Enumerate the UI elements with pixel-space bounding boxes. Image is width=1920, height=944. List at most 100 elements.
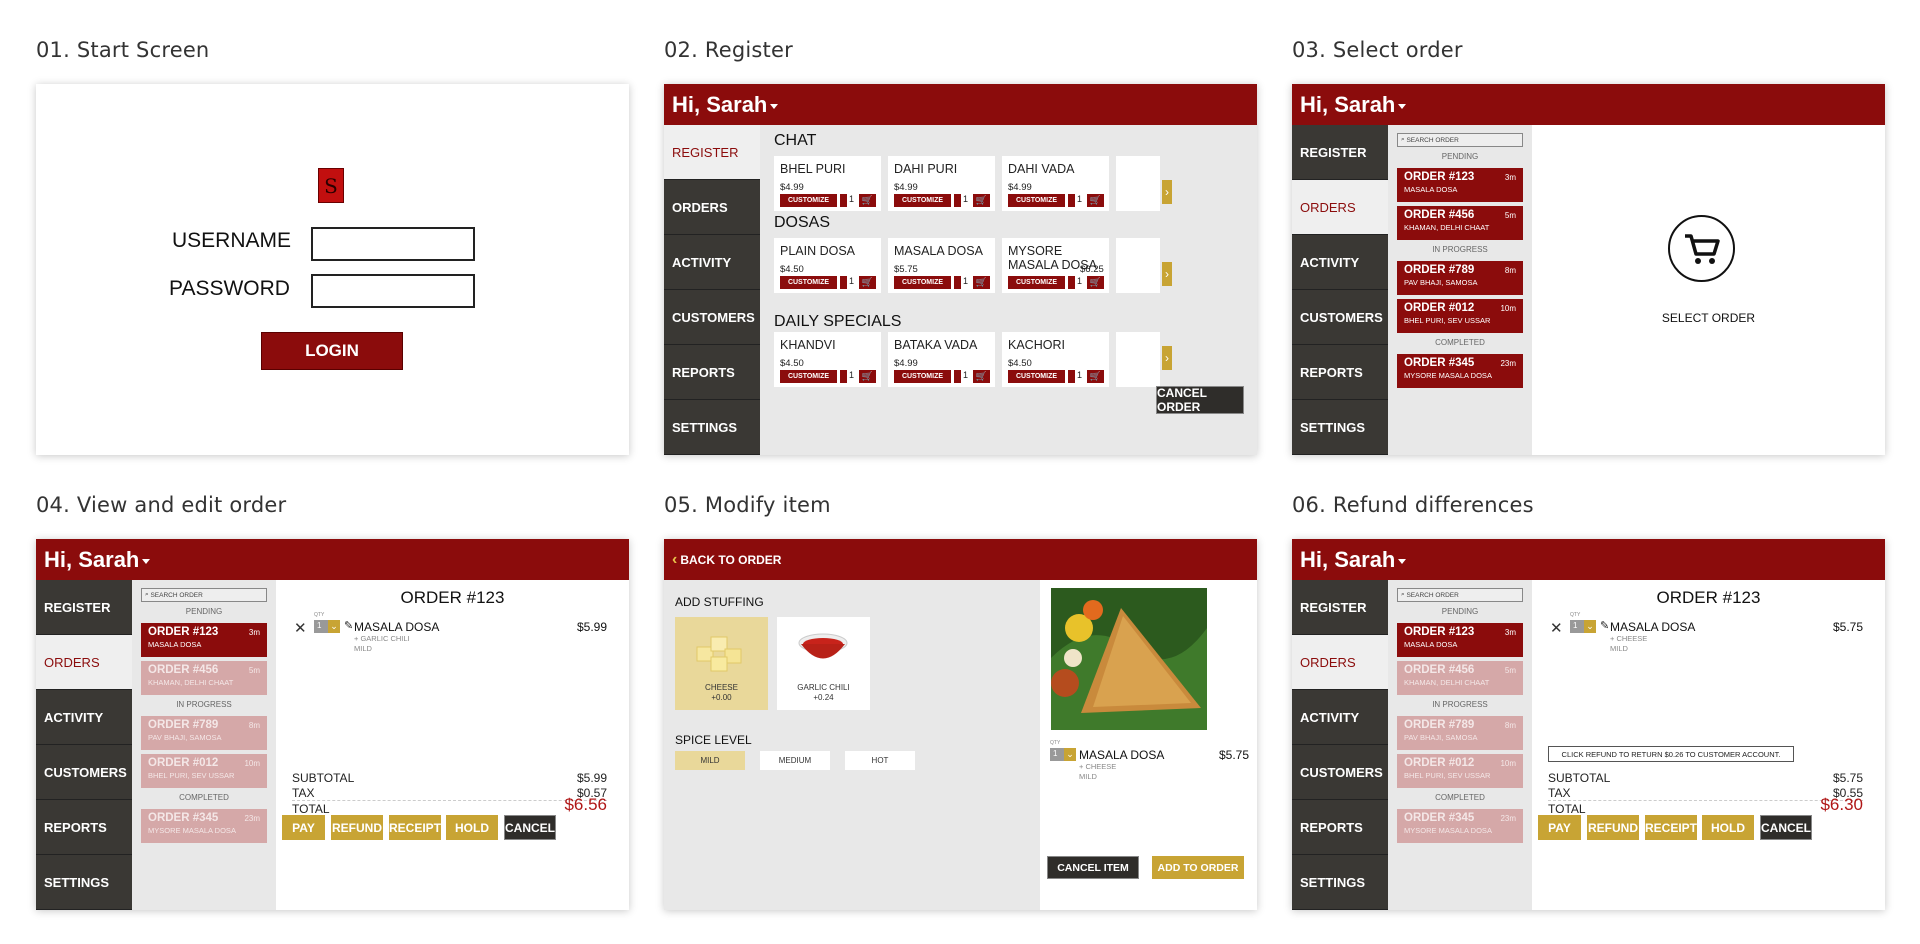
spice-option-medium[interactable]: MEDIUM <box>760 751 830 770</box>
search-input[interactable]: ⌕ SEARCH ORDER <box>1397 588 1523 602</box>
order-card[interactable]: ORDER #345 23m MYSORE MASALA DOSA <box>141 809 267 843</box>
customize-button[interactable]: CUSTOMIZE <box>780 276 837 289</box>
receipt-button[interactable]: RECEIPT <box>1645 815 1697 840</box>
order-card[interactable]: ORDER #789 8m PAV BHAJI, SAMOSA <box>1397 716 1523 750</box>
user-greeting[interactable]: Hi, Sarah <box>1300 547 1395 573</box>
order-card[interactable]: ORDER #789 8m PAV BHAJI, SAMOSA <box>141 716 267 750</box>
menu-item[interactable]: MASALA DOSA $5.75 CUSTOMIZE 1 🛒 <box>888 238 995 293</box>
menu-item[interactable]: BATAKA VADA $4.99 CUSTOMIZE 1 🛒 <box>888 332 995 387</box>
cart-icon[interactable]: 🛒 <box>1087 370 1104 383</box>
qty-stepper[interactable] <box>954 194 961 207</box>
edit-icon[interactable]: ✎ <box>344 619 353 632</box>
item-name[interactable]: MASALA DOSA <box>1610 620 1695 634</box>
order-card[interactable]: ORDER #345 23m MYSORE MASALA DOSA <box>1397 809 1523 843</box>
stuffing-option-garlic-chili[interactable]: GARLIC CHILI +0.24 <box>777 617 870 710</box>
sidebar-item-orders[interactable]: ORDERS <box>664 180 760 235</box>
pay-button[interactable]: PAY <box>1538 815 1581 840</box>
qty-stepper[interactable] <box>1068 370 1075 383</box>
customize-button[interactable]: CUSTOMIZE <box>1008 276 1065 289</box>
qty-stepper[interactable] <box>840 276 847 289</box>
sidebar-item-register[interactable]: REGISTER <box>664 125 760 180</box>
cancel-button[interactable]: CANCEL <box>504 815 556 840</box>
customize-button[interactable]: CUSTOMIZE <box>894 194 951 207</box>
user-greeting[interactable]: Hi, Sarah <box>672 92 767 118</box>
sidebar-item-reports[interactable]: REPORTS <box>1292 345 1388 400</box>
order-card[interactable]: ORDER #345 23m MYSORE MASALA DOSA <box>1397 354 1523 388</box>
customize-button[interactable]: CUSTOMIZE <box>894 276 951 289</box>
qty-stepper[interactable] <box>954 276 961 289</box>
order-card[interactable]: ORDER #123 3m MASALA DOSA <box>1397 168 1523 202</box>
receipt-button[interactable]: RECEIPT <box>389 815 441 840</box>
order-card[interactable]: ORDER #123 3m MASALA DOSA <box>141 623 267 657</box>
sidebar-item-customers[interactable]: CUSTOMERS <box>1292 745 1388 800</box>
order-card[interactable]: ORDER #123 3m MASALA DOSA <box>1397 623 1523 657</box>
qty-select[interactable]: 1 ⌄ <box>1050 748 1076 761</box>
customize-button[interactable]: CUSTOMIZE <box>1008 194 1065 207</box>
order-card[interactable]: ORDER #012 10m BHEL PURI, SEV USSAR <box>141 754 267 788</box>
qty-stepper[interactable] <box>954 370 961 383</box>
refund-button[interactable]: REFUND <box>1587 815 1639 840</box>
qty-stepper[interactable] <box>840 194 847 207</box>
sidebar-item-activity[interactable]: ACTIVITY <box>664 235 760 290</box>
order-card[interactable]: ORDER #012 10m BHEL PURI, SEV USSAR <box>1397 299 1523 333</box>
spice-option-hot[interactable]: HOT <box>845 751 915 770</box>
user-greeting[interactable]: Hi, Sarah <box>1300 92 1395 118</box>
cart-icon[interactable]: 🛒 <box>859 370 876 383</box>
close-icon[interactable]: ✕ <box>294 619 307 637</box>
hold-button[interactable]: HOLD <box>1702 815 1754 840</box>
chevron-right-icon[interactable]: › <box>1162 346 1172 370</box>
add-to-order-button[interactable]: ADD TO ORDER <box>1152 856 1244 879</box>
sidebar-item-activity[interactable]: ACTIVITY <box>36 690 132 745</box>
cart-icon[interactable]: 🛒 <box>973 194 990 207</box>
cart-icon[interactable]: 🛒 <box>973 370 990 383</box>
qty-stepper[interactable] <box>1068 276 1075 289</box>
pay-button[interactable]: PAY <box>282 815 325 840</box>
sidebar-item-register[interactable]: REGISTER <box>1292 125 1388 180</box>
search-input[interactable]: ⌕ SEARCH ORDER <box>1397 133 1523 147</box>
search-input[interactable]: ⌕ SEARCH ORDER <box>141 588 267 602</box>
cancel-item-button[interactable]: CANCEL ITEM <box>1047 856 1139 879</box>
sidebar-item-activity[interactable]: ACTIVITY <box>1292 690 1388 745</box>
sidebar-item-settings[interactable]: SETTINGS <box>1292 400 1388 455</box>
chevron-down-icon[interactable] <box>142 559 151 564</box>
qty-select[interactable]: 1 ⌄ <box>1570 620 1596 633</box>
order-card[interactable]: ORDER #456 5m KHAMAN, DELHI CHAAT <box>141 661 267 695</box>
qty-stepper[interactable] <box>1068 194 1075 207</box>
cart-icon[interactable]: 🛒 <box>1087 194 1104 207</box>
cancel-button[interactable]: CANCEL <box>1760 815 1812 840</box>
chevron-right-icon[interactable]: › <box>1162 180 1172 204</box>
sidebar-item-register[interactable]: REGISTER <box>36 580 132 635</box>
menu-item[interactable]: PLAIN DOSA $4.50 CUSTOMIZE 1 🛒 <box>774 238 881 293</box>
menu-item[interactable]: BHEL PURI $4.99 CUSTOMIZE 1 🛒 <box>774 156 881 211</box>
sidebar-item-activity[interactable]: ACTIVITY <box>1292 235 1388 290</box>
stuffing-option-cheese[interactable]: CHEESE +0.00 <box>675 617 768 710</box>
sidebar-item-orders[interactable]: ORDERS <box>1292 180 1388 235</box>
hold-button[interactable]: HOLD <box>446 815 498 840</box>
sidebar-item-orders[interactable]: ORDERS <box>36 635 132 690</box>
order-card[interactable]: ORDER #012 10m BHEL PURI, SEV USSAR <box>1397 754 1523 788</box>
qty-stepper[interactable] <box>840 370 847 383</box>
chevron-down-icon[interactable] <box>1398 104 1407 109</box>
chevron-down-icon[interactable] <box>770 104 779 109</box>
sidebar-item-customers[interactable]: CUSTOMERS <box>1292 290 1388 345</box>
sidebar-item-reports[interactable]: REPORTS <box>664 345 760 400</box>
sidebar-item-reports[interactable]: REPORTS <box>1292 800 1388 855</box>
chevron-right-icon[interactable]: › <box>1162 262 1172 286</box>
menu-item[interactable]: KHANDVI $4.50 CUSTOMIZE 1 🛒 <box>774 332 881 387</box>
sidebar-item-customers[interactable]: CUSTOMERS <box>36 745 132 800</box>
back-to-order-link[interactable]: ‹ BACK TO ORDER <box>672 551 781 569</box>
sidebar-item-settings[interactable]: SETTINGS <box>1292 855 1388 910</box>
menu-item[interactable]: DAHI PURI $4.99 CUSTOMIZE 1 🛒 <box>888 156 995 211</box>
order-card[interactable]: ORDER #456 5m KHAMAN, DELHI CHAAT <box>1397 661 1523 695</box>
customize-button[interactable]: CUSTOMIZE <box>1008 370 1065 383</box>
customize-button[interactable]: CUSTOMIZE <box>780 194 837 207</box>
chevron-down-icon[interactable] <box>1398 559 1407 564</box>
item-name[interactable]: MASALA DOSA <box>354 620 439 634</box>
sidebar-item-settings[interactable]: SETTINGS <box>36 855 132 910</box>
qty-select[interactable]: 1 ⌄ <box>314 620 340 633</box>
spice-option-mild[interactable]: MILD <box>675 751 745 770</box>
cart-icon[interactable]: 🛒 <box>1087 276 1104 289</box>
order-card[interactable]: ORDER #789 8m PAV BHAJI, SAMOSA <box>1397 261 1523 295</box>
customize-button[interactable]: CUSTOMIZE <box>780 370 837 383</box>
user-greeting[interactable]: Hi, Sarah <box>44 547 139 573</box>
